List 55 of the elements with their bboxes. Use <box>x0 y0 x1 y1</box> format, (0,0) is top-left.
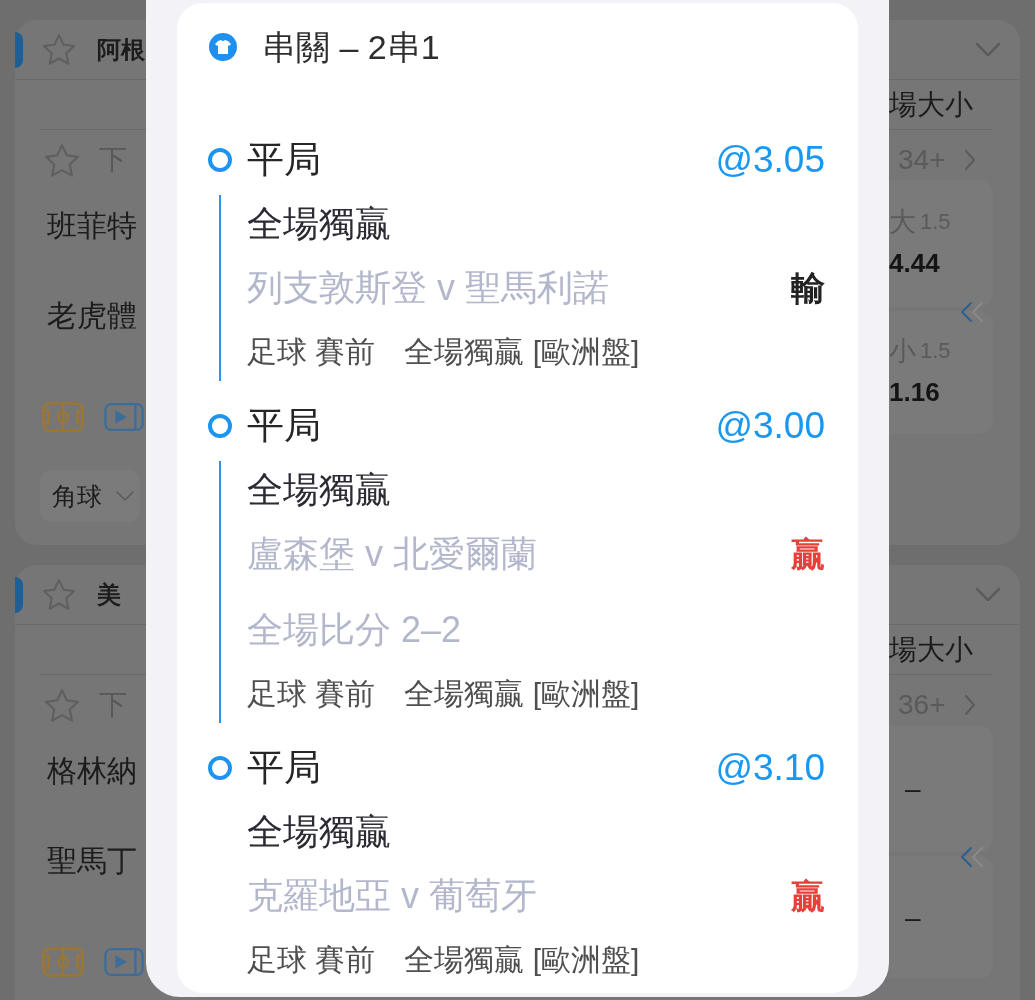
bet-info: 全場獨贏 [歐洲盤] <box>404 676 640 712</box>
chevron-down-icon <box>116 491 134 501</box>
chevron-down-icon[interactable] <box>975 587 1001 602</box>
double-chevron-icon[interactable] <box>959 846 985 868</box>
star-icon[interactable] <box>43 579 75 610</box>
pitch-icon[interactable] <box>42 947 84 977</box>
selection-name: 平局 <box>247 138 321 182</box>
selection-name: 平局 <box>247 404 321 448</box>
bet-info: 足球 賽前 <box>247 942 376 978</box>
event-name: 克羅地亞 v 葡萄牙 <box>247 874 537 918</box>
team-name: 聖馬丁 <box>47 843 137 879</box>
event-name: 盧森堡 v 北愛爾蘭 <box>247 532 537 576</box>
market-header: 場大小 <box>889 632 973 667</box>
odds-value: @3.00 <box>715 404 825 448</box>
bet-info: 足球 賽前 <box>247 676 376 712</box>
slip-title: 串關 – 2串1 <box>262 27 440 67</box>
result-label: 輸 <box>791 268 825 309</box>
team-name: 老虎體 <box>47 298 137 334</box>
video-icon[interactable] <box>104 947 144 977</box>
chevron-right-icon <box>963 694 976 716</box>
odds-button[interactable]: – <box>889 725 993 852</box>
result-label: 贏 <box>791 534 825 575</box>
market-name: 全場獨贏 <box>247 468 391 512</box>
star-icon[interactable] <box>43 34 75 65</box>
league-name: 美 <box>97 579 121 610</box>
pitch-icon[interactable] <box>42 402 84 432</box>
odds-button[interactable]: – <box>889 856 993 979</box>
league-indicator <box>15 31 23 68</box>
chevron-right-icon <box>963 149 976 171</box>
ring-icon <box>208 756 232 780</box>
league-indicator <box>15 576 23 613</box>
chevron-down-icon[interactable] <box>975 42 1001 57</box>
market-name: 全場獨贏 <box>247 202 391 246</box>
ring-icon <box>208 148 232 172</box>
odds-value: @3.10 <box>715 746 825 790</box>
ring-icon <box>208 414 232 438</box>
team-name: 班菲特 <box>47 208 137 244</box>
market-name: 全場獨贏 <box>247 810 391 854</box>
star-icon[interactable] <box>45 143 79 177</box>
double-chevron-icon[interactable] <box>959 301 985 323</box>
shirt-icon <box>209 33 237 61</box>
event-name: 列支敦斯登 v 聖馬利諾 <box>247 266 609 310</box>
result-label: 贏 <box>791 876 825 917</box>
bet-info: 足球 賽前 <box>247 334 376 370</box>
filter-dropdown[interactable]: 角球 <box>40 470 140 522</box>
bet-info: 全場獨贏 [歐洲盤] <box>404 334 640 370</box>
team-name: 格林納 <box>47 753 137 789</box>
league-name: 阿根 <box>97 34 145 65</box>
market-header: 場大小 <box>889 87 973 122</box>
score-text: 全場比分 2–2 <box>247 608 462 652</box>
odds-value: @3.05 <box>715 138 825 182</box>
star-icon[interactable] <box>45 688 79 722</box>
bet-info: 全場獨贏 [歐洲盤] <box>404 942 640 978</box>
selection-name: 平局 <box>247 746 321 790</box>
video-icon[interactable] <box>104 402 144 432</box>
